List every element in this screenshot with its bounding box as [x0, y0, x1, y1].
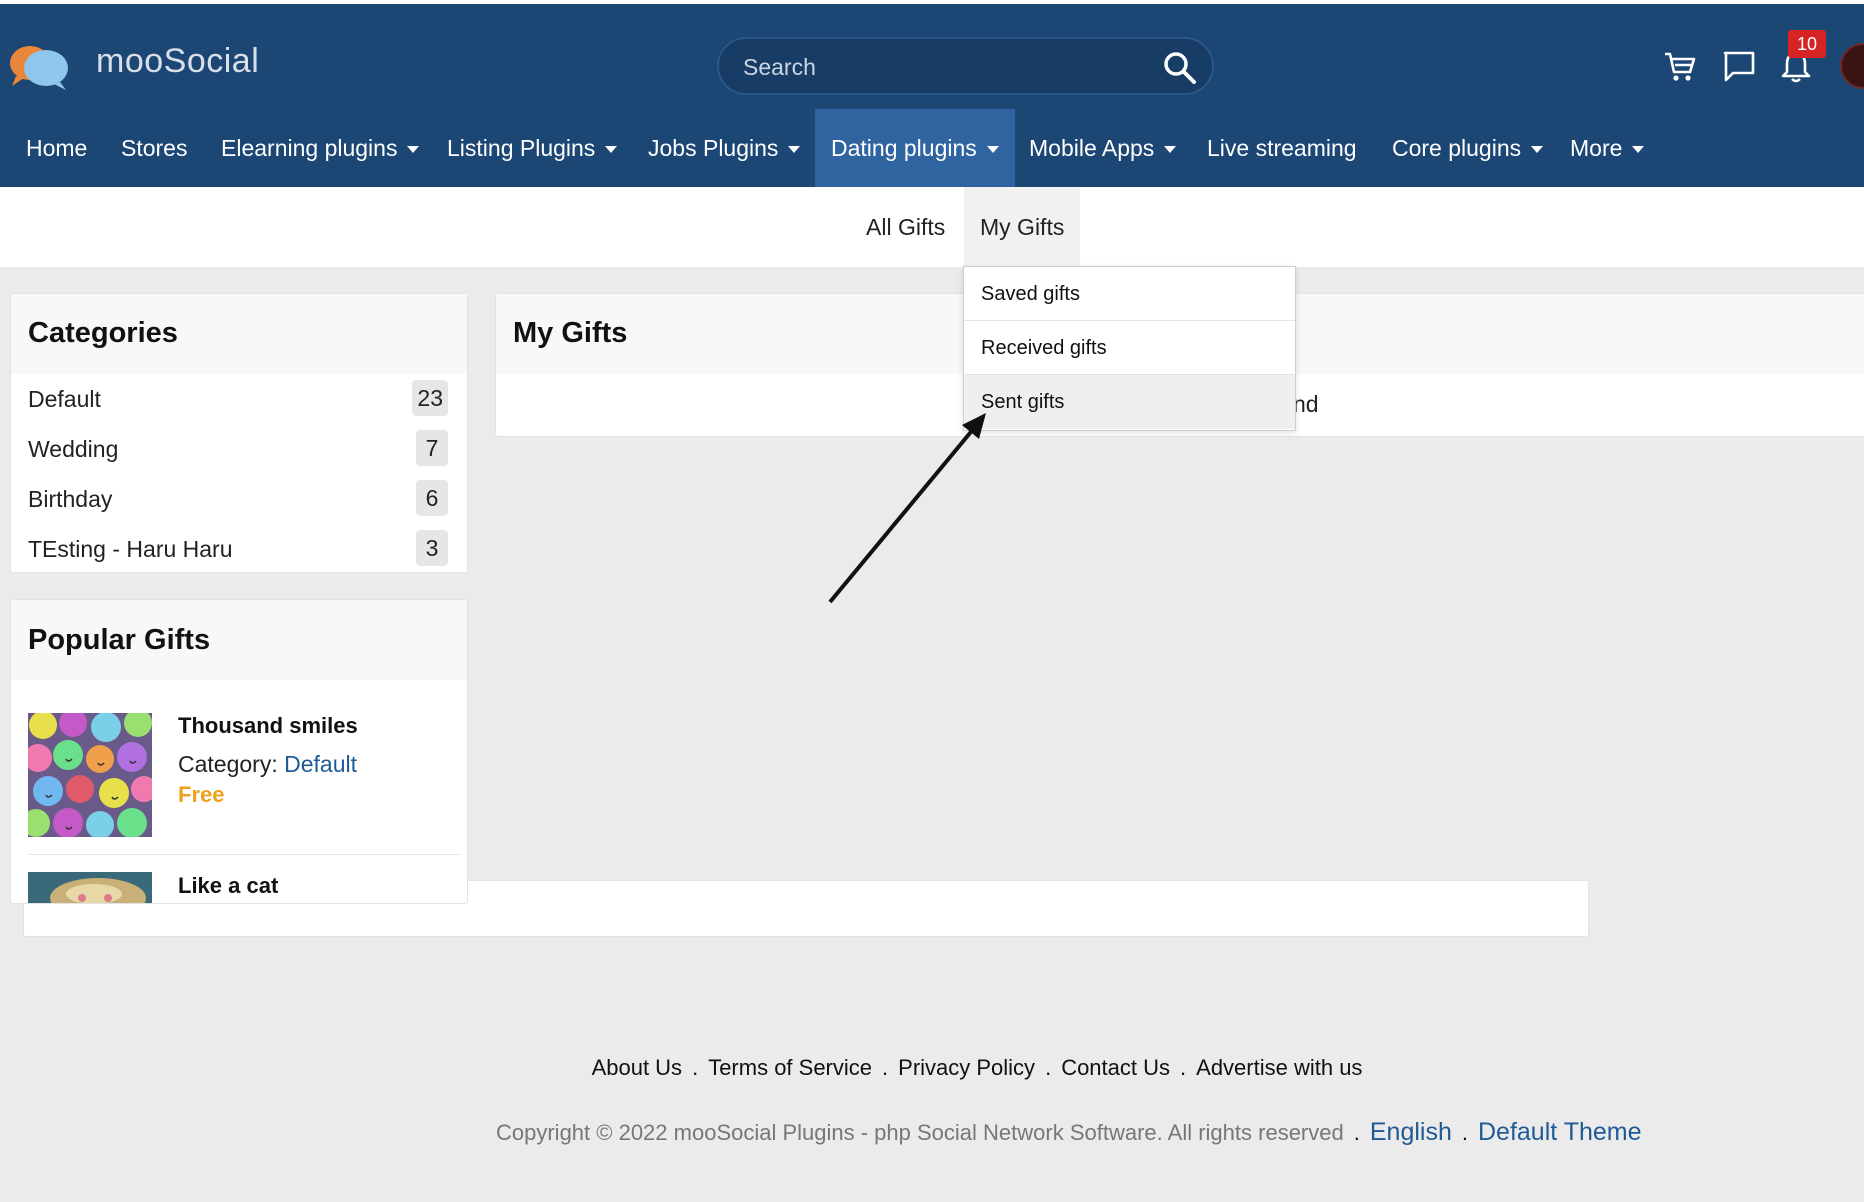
- category-item-wedding[interactable]: Wedding 7: [28, 430, 448, 470]
- popular-gifts-panel: Popular Gifts Thousand smiles Category: …: [10, 599, 468, 904]
- empty-message: nd: [1293, 391, 1319, 417]
- page: mooSocial 10 Home Stores Elearning plug: [0, 0, 1864, 1202]
- nav-label: Elearning plugins: [221, 135, 398, 161]
- menu-item-saved-gifts[interactable]: Saved gifts: [964, 267, 1295, 321]
- gift-title[interactable]: Thousand smiles: [178, 713, 358, 739]
- caret-down-icon: [605, 146, 618, 154]
- gift-category: Category: Default: [178, 751, 357, 778]
- separator: .: [1461, 1120, 1468, 1145]
- gift-thumbnail[interactable]: [28, 713, 152, 837]
- category-item-testing[interactable]: TEsting - Haru Haru 3: [28, 530, 448, 570]
- language-link[interactable]: English: [1370, 1118, 1452, 1146]
- nav-label: Mobile Apps: [1029, 135, 1155, 161]
- gift-title[interactable]: Like a cat: [178, 873, 278, 899]
- categories-header: Categories: [11, 294, 467, 374]
- footer-link-about[interactable]: About Us: [592, 1055, 683, 1080]
- nav-label: Stores: [121, 135, 188, 161]
- gift-thumbnail[interactable]: [28, 872, 152, 903]
- search-icon[interactable]: [1162, 50, 1198, 86]
- sub-nav: All Gifts My Gifts: [0, 187, 1864, 267]
- popular-gifts-header: Popular Gifts: [11, 600, 467, 680]
- nav-item-live-streaming[interactable]: Live streaming: [1207, 109, 1357, 187]
- main-nav: Home Stores Elearning plugins Listing Pl…: [0, 109, 1864, 187]
- nav-item-home[interactable]: Home: [26, 109, 87, 187]
- brand-name[interactable]: mooSocial: [96, 42, 259, 81]
- categories-panel: Categories Default 23 Wedding 7 Birthday…: [10, 293, 468, 573]
- category-item-default[interactable]: Default 23: [28, 380, 448, 420]
- nav-item-stores[interactable]: Stores: [121, 109, 187, 187]
- footer-link-terms[interactable]: Terms of Service: [708, 1055, 872, 1080]
- separator: .: [1353, 1120, 1360, 1145]
- logo-icon[interactable]: [8, 42, 70, 92]
- cart-icon[interactable]: [1663, 49, 1697, 83]
- footer-link-advertise[interactable]: Advertise with us: [1196, 1055, 1362, 1080]
- menu-item-sent-gifts[interactable]: Sent gifts: [964, 375, 1295, 429]
- caret-down-icon: [407, 146, 420, 154]
- copyright: Copyright © 2022 mooSocial Plugins - php…: [496, 1118, 1642, 1147]
- separator: .: [882, 1055, 889, 1080]
- category-name: Birthday: [28, 486, 113, 512]
- nav-label: Home: [26, 135, 88, 161]
- category-count: 6: [416, 480, 448, 516]
- notification-badge: 10: [1788, 30, 1826, 58]
- avatar[interactable]: [1840, 43, 1864, 89]
- popular-gifts-title: Popular Gifts: [28, 624, 211, 656]
- gift-category-label: Category:: [178, 751, 285, 777]
- separator: .: [1180, 1055, 1187, 1080]
- nav-item-listing-plugins[interactable]: Listing Plugins: [447, 109, 618, 187]
- gift-price: Free: [178, 782, 225, 807]
- top-header: mooSocial 10: [0, 4, 1864, 109]
- caret-down-icon: [1531, 146, 1544, 154]
- nav-item-elearning-plugins[interactable]: Elearning plugins: [221, 109, 420, 187]
- category-count: 3: [416, 530, 448, 566]
- caret-down-icon: [1632, 146, 1645, 154]
- caret-down-icon: [1164, 146, 1177, 154]
- nav-label: Jobs Plugins: [648, 135, 779, 161]
- category-count: 7: [416, 430, 448, 466]
- theme-link[interactable]: Default Theme: [1478, 1118, 1642, 1146]
- caret-down-icon: [788, 146, 801, 154]
- nav-label: Listing Plugins: [447, 135, 596, 161]
- nav-item-mobile-apps[interactable]: Mobile Apps: [1029, 109, 1177, 187]
- tab-all-gifts[interactable]: All Gifts: [866, 187, 945, 267]
- nav-item-core-plugins[interactable]: Core plugins: [1392, 109, 1544, 187]
- cat-image: [28, 872, 152, 903]
- category-name: TEsting - Haru Haru: [28, 536, 233, 562]
- nav-label: Dating plugins: [831, 135, 977, 161]
- message-icon[interactable]: [1722, 49, 1756, 83]
- nav-item-jobs-plugins[interactable]: Jobs Plugins: [648, 109, 801, 187]
- copyright-text: Copyright © 2022 mooSocial Plugins - php…: [496, 1120, 1344, 1145]
- nav-item-more[interactable]: More: [1570, 109, 1645, 187]
- category-name: Wedding: [28, 436, 119, 462]
- tab-my-gifts[interactable]: My Gifts: [964, 187, 1081, 267]
- gift-category-link[interactable]: Default: [284, 751, 357, 777]
- search-input[interactable]: [743, 51, 1143, 83]
- nav-label: More: [1570, 135, 1623, 161]
- categories-title: Categories: [28, 317, 178, 349]
- footer-link-contact[interactable]: Contact Us: [1061, 1055, 1170, 1080]
- category-count: 23: [412, 380, 448, 416]
- category-item-birthday[interactable]: Birthday 6: [28, 480, 448, 520]
- nav-label: Live streaming: [1207, 135, 1357, 161]
- menu-item-received-gifts[interactable]: Received gifts: [964, 321, 1295, 375]
- nav-item-dating-plugins[interactable]: Dating plugins: [815, 109, 1015, 187]
- caret-down-icon: [986, 146, 999, 154]
- footer-link-privacy[interactable]: Privacy Policy: [898, 1055, 1035, 1080]
- smiles-image: [28, 713, 152, 837]
- search-box[interactable]: [717, 37, 1214, 95]
- my-gifts-title: My Gifts: [513, 317, 628, 349]
- my-gifts-dropdown: Saved gifts Received gifts Sent gifts: [963, 266, 1296, 431]
- separator: .: [1045, 1055, 1052, 1080]
- separator: .: [692, 1055, 699, 1080]
- footer-links: About Us. Terms of Service. Privacy Policy…: [0, 1055, 1864, 1081]
- nav-label: Core plugins: [1392, 135, 1522, 161]
- divider: [28, 854, 461, 855]
- category-name: Default: [28, 386, 101, 412]
